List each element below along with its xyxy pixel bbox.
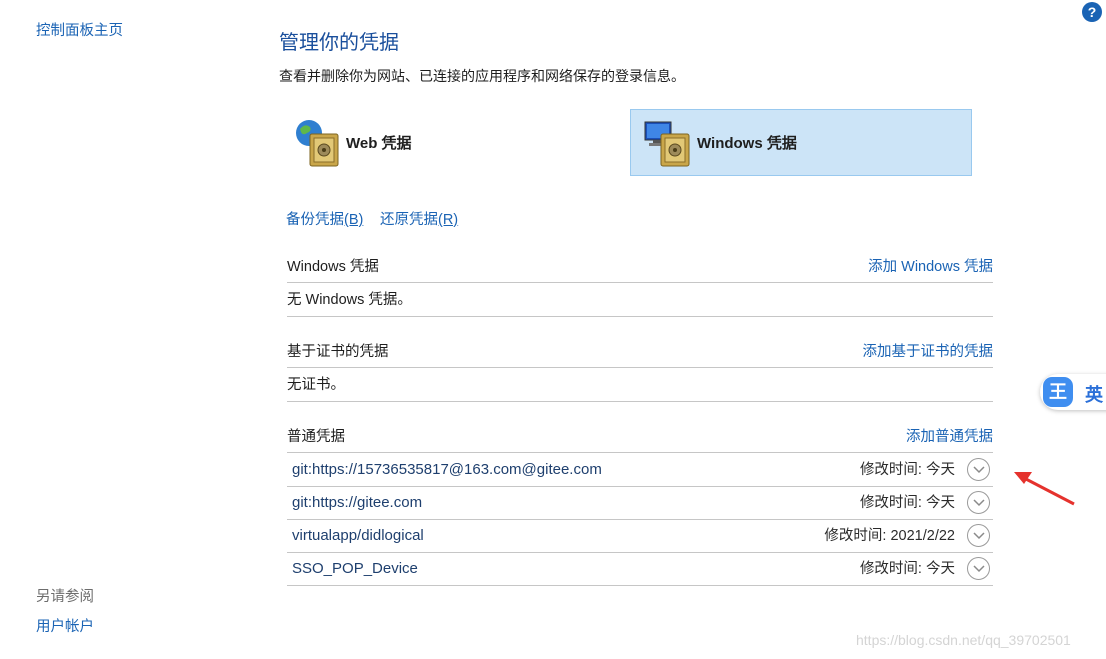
windows-credentials-icon xyxy=(643,117,695,169)
generic-credentials-section-header: 普通凭据 添加普通凭据 xyxy=(287,422,993,453)
section-title: Windows 凭据 xyxy=(287,259,379,275)
expand-chevron-icon[interactable] xyxy=(967,491,990,514)
sidebar-see-also-heading: 另请参阅 xyxy=(36,589,94,605)
backup-credentials-link[interactable]: 备份凭据(B) xyxy=(286,208,363,229)
windows-credentials-empty: 无 Windows 凭据。 xyxy=(287,284,993,317)
ime-toolbar[interactable]: 王 英 xyxy=(1040,374,1106,410)
add-windows-credential-link[interactable]: 添加 Windows 凭据 xyxy=(868,252,993,282)
credential-row[interactable]: virtualapp/didlogical 修改时间: 2021/2/22 xyxy=(287,520,993,553)
windows-credentials-label: Windows 凭据 xyxy=(697,135,797,152)
web-credentials-label: Web 凭据 xyxy=(346,135,412,152)
credential-row[interactable]: git:https://15736535817@163.com@gitee.co… xyxy=(287,454,993,487)
section-title: 基于证书的凭据 xyxy=(287,344,389,360)
section-title: 普通凭据 xyxy=(287,429,345,445)
windows-credentials-tile[interactable]: Windows 凭据 xyxy=(630,109,972,176)
certificate-credentials-empty: 无证书。 xyxy=(287,369,993,402)
backup-accelerator: (B) xyxy=(344,212,364,228)
add-generic-credential-link[interactable]: 添加普通凭据 xyxy=(906,422,993,452)
ime-logo-icon: 王 xyxy=(1043,377,1073,407)
credential-row[interactable]: git:https://gitee.com 修改时间: 今天 xyxy=(287,487,993,520)
credential-modified: 修改时间: 今天 xyxy=(859,462,955,478)
page-title: 管理你的凭据 xyxy=(279,32,399,54)
restore-accelerator: (R) xyxy=(438,212,459,228)
credential-name: SSO_POP_Device xyxy=(292,560,418,577)
web-credentials-icon xyxy=(292,117,344,169)
windows-credentials-section-header: Windows 凭据 添加 Windows 凭据 xyxy=(287,252,993,283)
credential-name: git:https://15736535817@163.com@gitee.co… xyxy=(292,461,602,478)
expand-chevron-icon[interactable] xyxy=(967,524,990,547)
page-description: 查看并删除你为网站、已连接的应用程序和网络保存的登录信息。 xyxy=(279,68,685,84)
add-certificate-credential-link[interactable]: 添加基于证书的凭据 xyxy=(863,337,994,367)
help-icon[interactable]: ? xyxy=(1082,2,1102,22)
credential-modified: 修改时间: 今天 xyxy=(859,495,955,511)
credential-row[interactable]: SSO_POP_Device 修改时间: 今天 xyxy=(287,553,993,586)
expand-chevron-icon[interactable] xyxy=(967,557,990,580)
credential-modified: 修改时间: 今天 xyxy=(859,561,955,577)
backup-credentials-label: 备份凭据 xyxy=(286,212,344,228)
watermark: https://blog.csdn.net/qq_39702501 xyxy=(856,632,1071,648)
credential-modified: 修改时间: 2021/2/22 xyxy=(824,528,955,544)
credential-name: git:https://gitee.com xyxy=(292,494,423,511)
expand-chevron-icon[interactable] xyxy=(967,458,990,481)
sidebar-control-panel-home[interactable]: 控制面板主页 xyxy=(36,19,123,40)
sidebar-user-accounts-link[interactable]: 用户帐户 xyxy=(36,615,94,636)
ime-language-indicator[interactable]: 英 xyxy=(1085,381,1103,407)
web-credentials-tile[interactable]: Web 凭据 xyxy=(286,109,616,176)
credential-name: virtualapp/didlogical xyxy=(292,527,424,544)
restore-credentials-link[interactable]: 还原凭据(R) xyxy=(380,208,458,229)
certificate-credentials-section-header: 基于证书的凭据 添加基于证书的凭据 xyxy=(287,337,993,368)
restore-credentials-label: 还原凭据 xyxy=(380,212,438,228)
annotation-arrow-icon xyxy=(1014,472,1075,506)
